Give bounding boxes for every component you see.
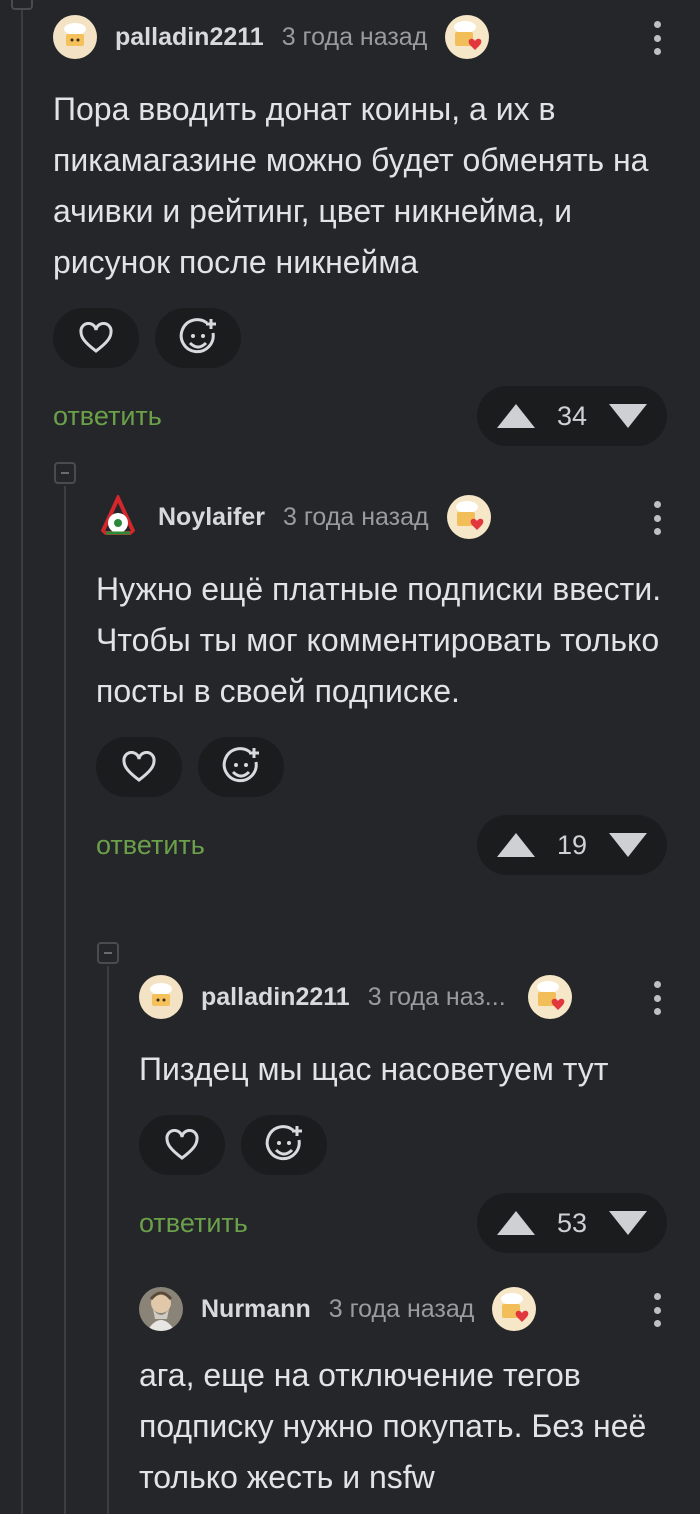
emoji-add-icon xyxy=(265,1125,302,1161)
comment-header: palladin2211 3 года назад xyxy=(53,14,667,60)
award-cake-icon[interactable] xyxy=(492,1287,537,1331)
arrow-up-icon[interactable] xyxy=(497,404,535,428)
more-vertical-icon[interactable] xyxy=(647,18,667,58)
award-cake-icon[interactable] xyxy=(527,975,572,1019)
comment-header: Nurmann 3 года назад xyxy=(139,1286,667,1332)
add-reaction-button[interactable] xyxy=(155,308,241,368)
timestamp: 3 года назад xyxy=(328,1294,475,1323)
thread-line xyxy=(107,966,109,1514)
emoji-add-icon xyxy=(222,747,259,783)
username[interactable]: palladin2211 xyxy=(201,983,350,1012)
like-button[interactable] xyxy=(139,1115,225,1175)
heart-icon xyxy=(79,322,113,353)
arrow-down-icon[interactable] xyxy=(608,833,647,857)
comment-text: Пора вводить донат коины, а их в пикамаг… xyxy=(53,91,649,280)
username[interactable]: Noylaifer xyxy=(158,503,265,532)
thread-line xyxy=(21,0,23,1514)
arrow-up-icon[interactable] xyxy=(497,1211,535,1235)
comment: Nurmann 3 года назад ага, еще на отключе… xyxy=(139,1286,667,1503)
vote-widget: 53 xyxy=(477,1193,667,1253)
emoji-add-icon xyxy=(179,318,216,354)
rating-score: 34 xyxy=(556,400,588,431)
collapse-thread-button[interactable] xyxy=(54,462,76,484)
collapse-thread-button[interactable] xyxy=(97,942,119,964)
comment-text: ага, еще на отключение тегов подписку ну… xyxy=(139,1357,647,1495)
more-vertical-icon[interactable] xyxy=(647,498,667,538)
add-reaction-button[interactable] xyxy=(198,737,284,797)
username[interactable]: palladin2211 xyxy=(115,23,264,52)
reply-link[interactable]: ответить xyxy=(139,1208,248,1239)
comment-header: Noylaifer 3 года назад xyxy=(96,494,667,540)
comment-text: Нужно ещё платные подписки ввести. Чтобы… xyxy=(96,571,662,709)
timestamp: 3 года назад xyxy=(282,502,429,531)
award-cake-icon[interactable] xyxy=(445,15,490,59)
reply-link[interactable]: ответить xyxy=(96,830,205,861)
like-button[interactable] xyxy=(53,308,139,368)
rating-score: 19 xyxy=(556,829,588,860)
add-reaction-button[interactable] xyxy=(241,1115,327,1175)
more-vertical-icon[interactable] xyxy=(647,1290,667,1330)
vote-widget: 19 xyxy=(477,815,667,875)
user-avatar[interactable] xyxy=(139,1287,183,1331)
arrow-down-icon[interactable] xyxy=(608,404,647,428)
comment: Noylaifer 3 года назад Нужно ещё платные… xyxy=(96,494,667,875)
user-avatar[interactable] xyxy=(139,975,183,1019)
user-avatar[interactable] xyxy=(96,495,140,539)
more-vertical-icon[interactable] xyxy=(647,978,667,1018)
arrow-up-icon[interactable] xyxy=(497,833,535,857)
vote-widget: 34 xyxy=(477,386,667,446)
rating-score: 53 xyxy=(556,1207,588,1238)
reply-link[interactable]: ответить xyxy=(53,401,162,432)
heart-icon xyxy=(122,751,156,782)
like-button[interactable] xyxy=(96,737,182,797)
comment-header: palladin2211 3 года наз... xyxy=(139,974,667,1020)
comment-text: Пиздец мы щас насоветуем тут xyxy=(139,1051,609,1087)
award-cake-icon[interactable] xyxy=(446,495,491,539)
username[interactable]: Nurmann xyxy=(201,1295,311,1324)
timestamp: 3 года назад xyxy=(281,22,428,51)
thread-line xyxy=(64,486,66,1514)
user-avatar[interactable] xyxy=(53,15,97,59)
timestamp: 3 года наз... xyxy=(367,982,506,1011)
comment: palladin2211 3 года назад Пора вводить д… xyxy=(53,14,667,446)
arrow-down-icon[interactable] xyxy=(608,1211,647,1235)
comment: palladin2211 3 года наз... Пиздец мы щас… xyxy=(139,974,667,1253)
collapse-thread-button[interactable] xyxy=(11,0,33,10)
heart-icon xyxy=(165,1129,199,1160)
